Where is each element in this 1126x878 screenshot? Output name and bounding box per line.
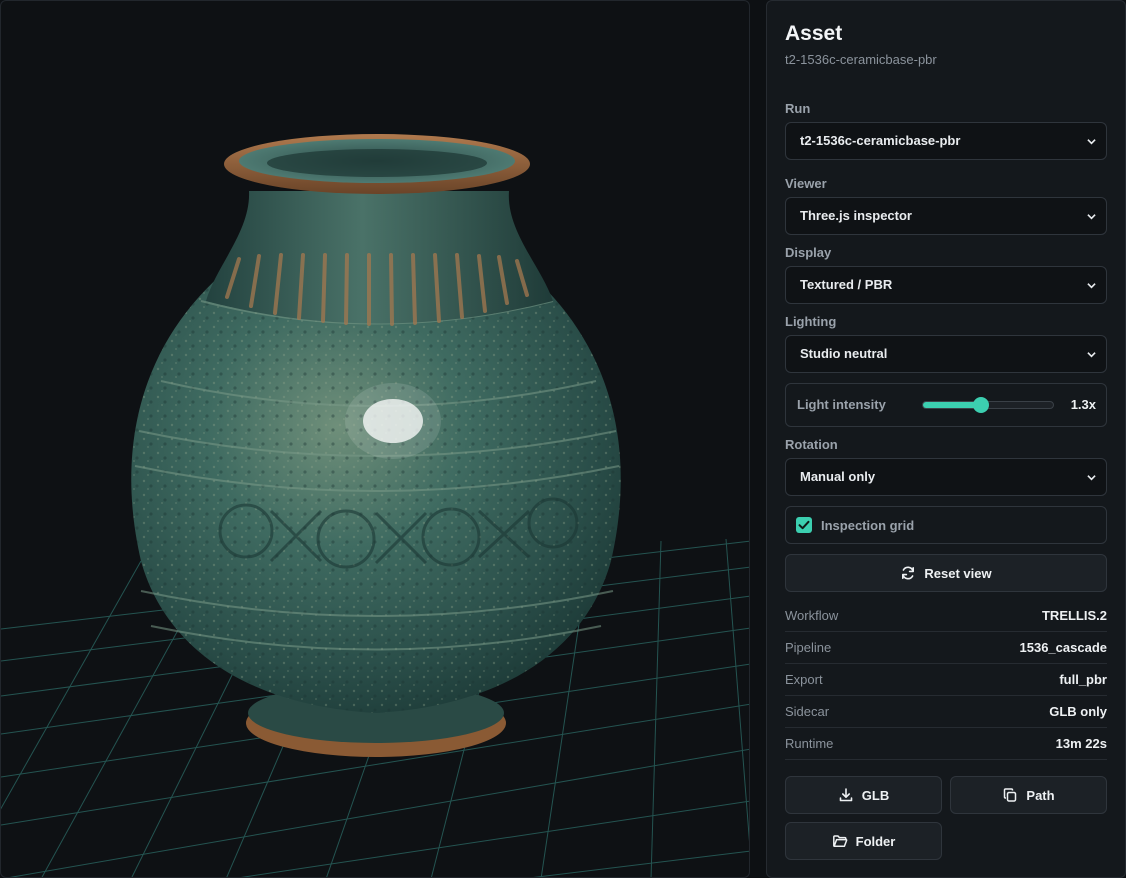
rotation-select[interactable]: Manual only (785, 458, 1107, 496)
chevron-down-icon (1087, 139, 1096, 145)
slider-thumb[interactable] (973, 397, 990, 413)
asset-panel: Asset t2-1536c-ceramicbase-pbr Run t2-15… (766, 0, 1126, 878)
inspection-grid-label: Inspection grid (821, 518, 915, 533)
vase-model (131, 134, 621, 757)
viewer-select[interactable]: Three.js inspector (785, 197, 1107, 235)
light-intensity-value: 1.3x (1070, 397, 1096, 412)
meta-value: full_pbr (1059, 672, 1107, 687)
meta-key: Sidecar (785, 704, 830, 719)
light-intensity-control: Light intensity 1.3x (785, 383, 1107, 427)
reset-view-button[interactable]: Reset view (785, 554, 1107, 592)
run-select[interactable]: t2-1536c-ceramicbase-pbr (785, 122, 1107, 160)
download-glb-button[interactable]: GLB (785, 776, 942, 814)
folder-label: Folder (855, 833, 896, 849)
meta-row: Sidecar GLB only (785, 696, 1107, 728)
path-label: Path (1026, 787, 1055, 803)
viewport-canvas[interactable] (1, 1, 750, 878)
copy-path-button[interactable]: Path (950, 776, 1107, 814)
lighting-select[interactable]: Studio neutral (785, 335, 1107, 373)
meta-row: Runtime 13m 22s (785, 728, 1107, 760)
display-select-value: Textured / PBR (800, 277, 893, 292)
run-select-value: t2-1536c-ceramicbase-pbr (800, 133, 961, 148)
light-intensity-label: Light intensity (797, 397, 886, 412)
meta-value: 1536_cascade (1019, 640, 1107, 655)
meta-row: Pipeline 1536_cascade (785, 632, 1107, 664)
lighting-select-value: Studio neutral (800, 346, 888, 361)
chevron-down-icon (1087, 214, 1096, 220)
meta-key: Workflow (785, 608, 839, 623)
meta-row: Workflow TRELLIS.2 (785, 600, 1107, 632)
meta-value: TRELLIS.2 (1041, 608, 1107, 623)
reset-view-label: Reset view (924, 565, 992, 581)
download-icon (839, 788, 853, 802)
chevron-down-icon (1087, 352, 1096, 358)
run-label: Run (785, 101, 811, 116)
checkmark-icon (798, 520, 810, 530)
asset-id: t2-1536c-ceramicbase-pbr (785, 52, 937, 67)
inspection-grid-checkbox[interactable] (796, 517, 812, 533)
meta-key: Pipeline (785, 640, 832, 655)
glb-label: GLB (861, 787, 890, 803)
panel-title: Asset (785, 22, 843, 45)
meta-key: Runtime (785, 736, 834, 751)
chevron-down-icon (1087, 283, 1096, 289)
lighting-label: Lighting (785, 314, 837, 329)
viewer-label: Viewer (785, 176, 827, 191)
rotation-label: Rotation (785, 437, 838, 452)
meta-value: GLB only (1049, 704, 1107, 719)
chevron-down-icon (1087, 475, 1096, 481)
display-select[interactable]: Textured / PBR (785, 266, 1107, 304)
open-folder-button[interactable]: Folder (785, 822, 942, 860)
folder-icon (832, 835, 848, 848)
refresh-icon (902, 566, 915, 580)
3d-viewport[interactable] (0, 0, 750, 878)
inspection-grid-toggle[interactable]: Inspection grid (785, 506, 1107, 544)
asset-metadata: Workflow TRELLIS.2 Pipeline 1536_cascade Exp… (785, 600, 1107, 760)
copy-icon (1004, 788, 1017, 802)
meta-row: Export full_pbr (785, 664, 1107, 696)
rotation-select-value: Manual only (800, 469, 876, 484)
viewer-select-value: Three.js inspector (800, 208, 912, 223)
meta-value: 13m 22s (1055, 736, 1107, 751)
display-label: Display (785, 245, 832, 260)
meta-key: Export (785, 672, 823, 687)
